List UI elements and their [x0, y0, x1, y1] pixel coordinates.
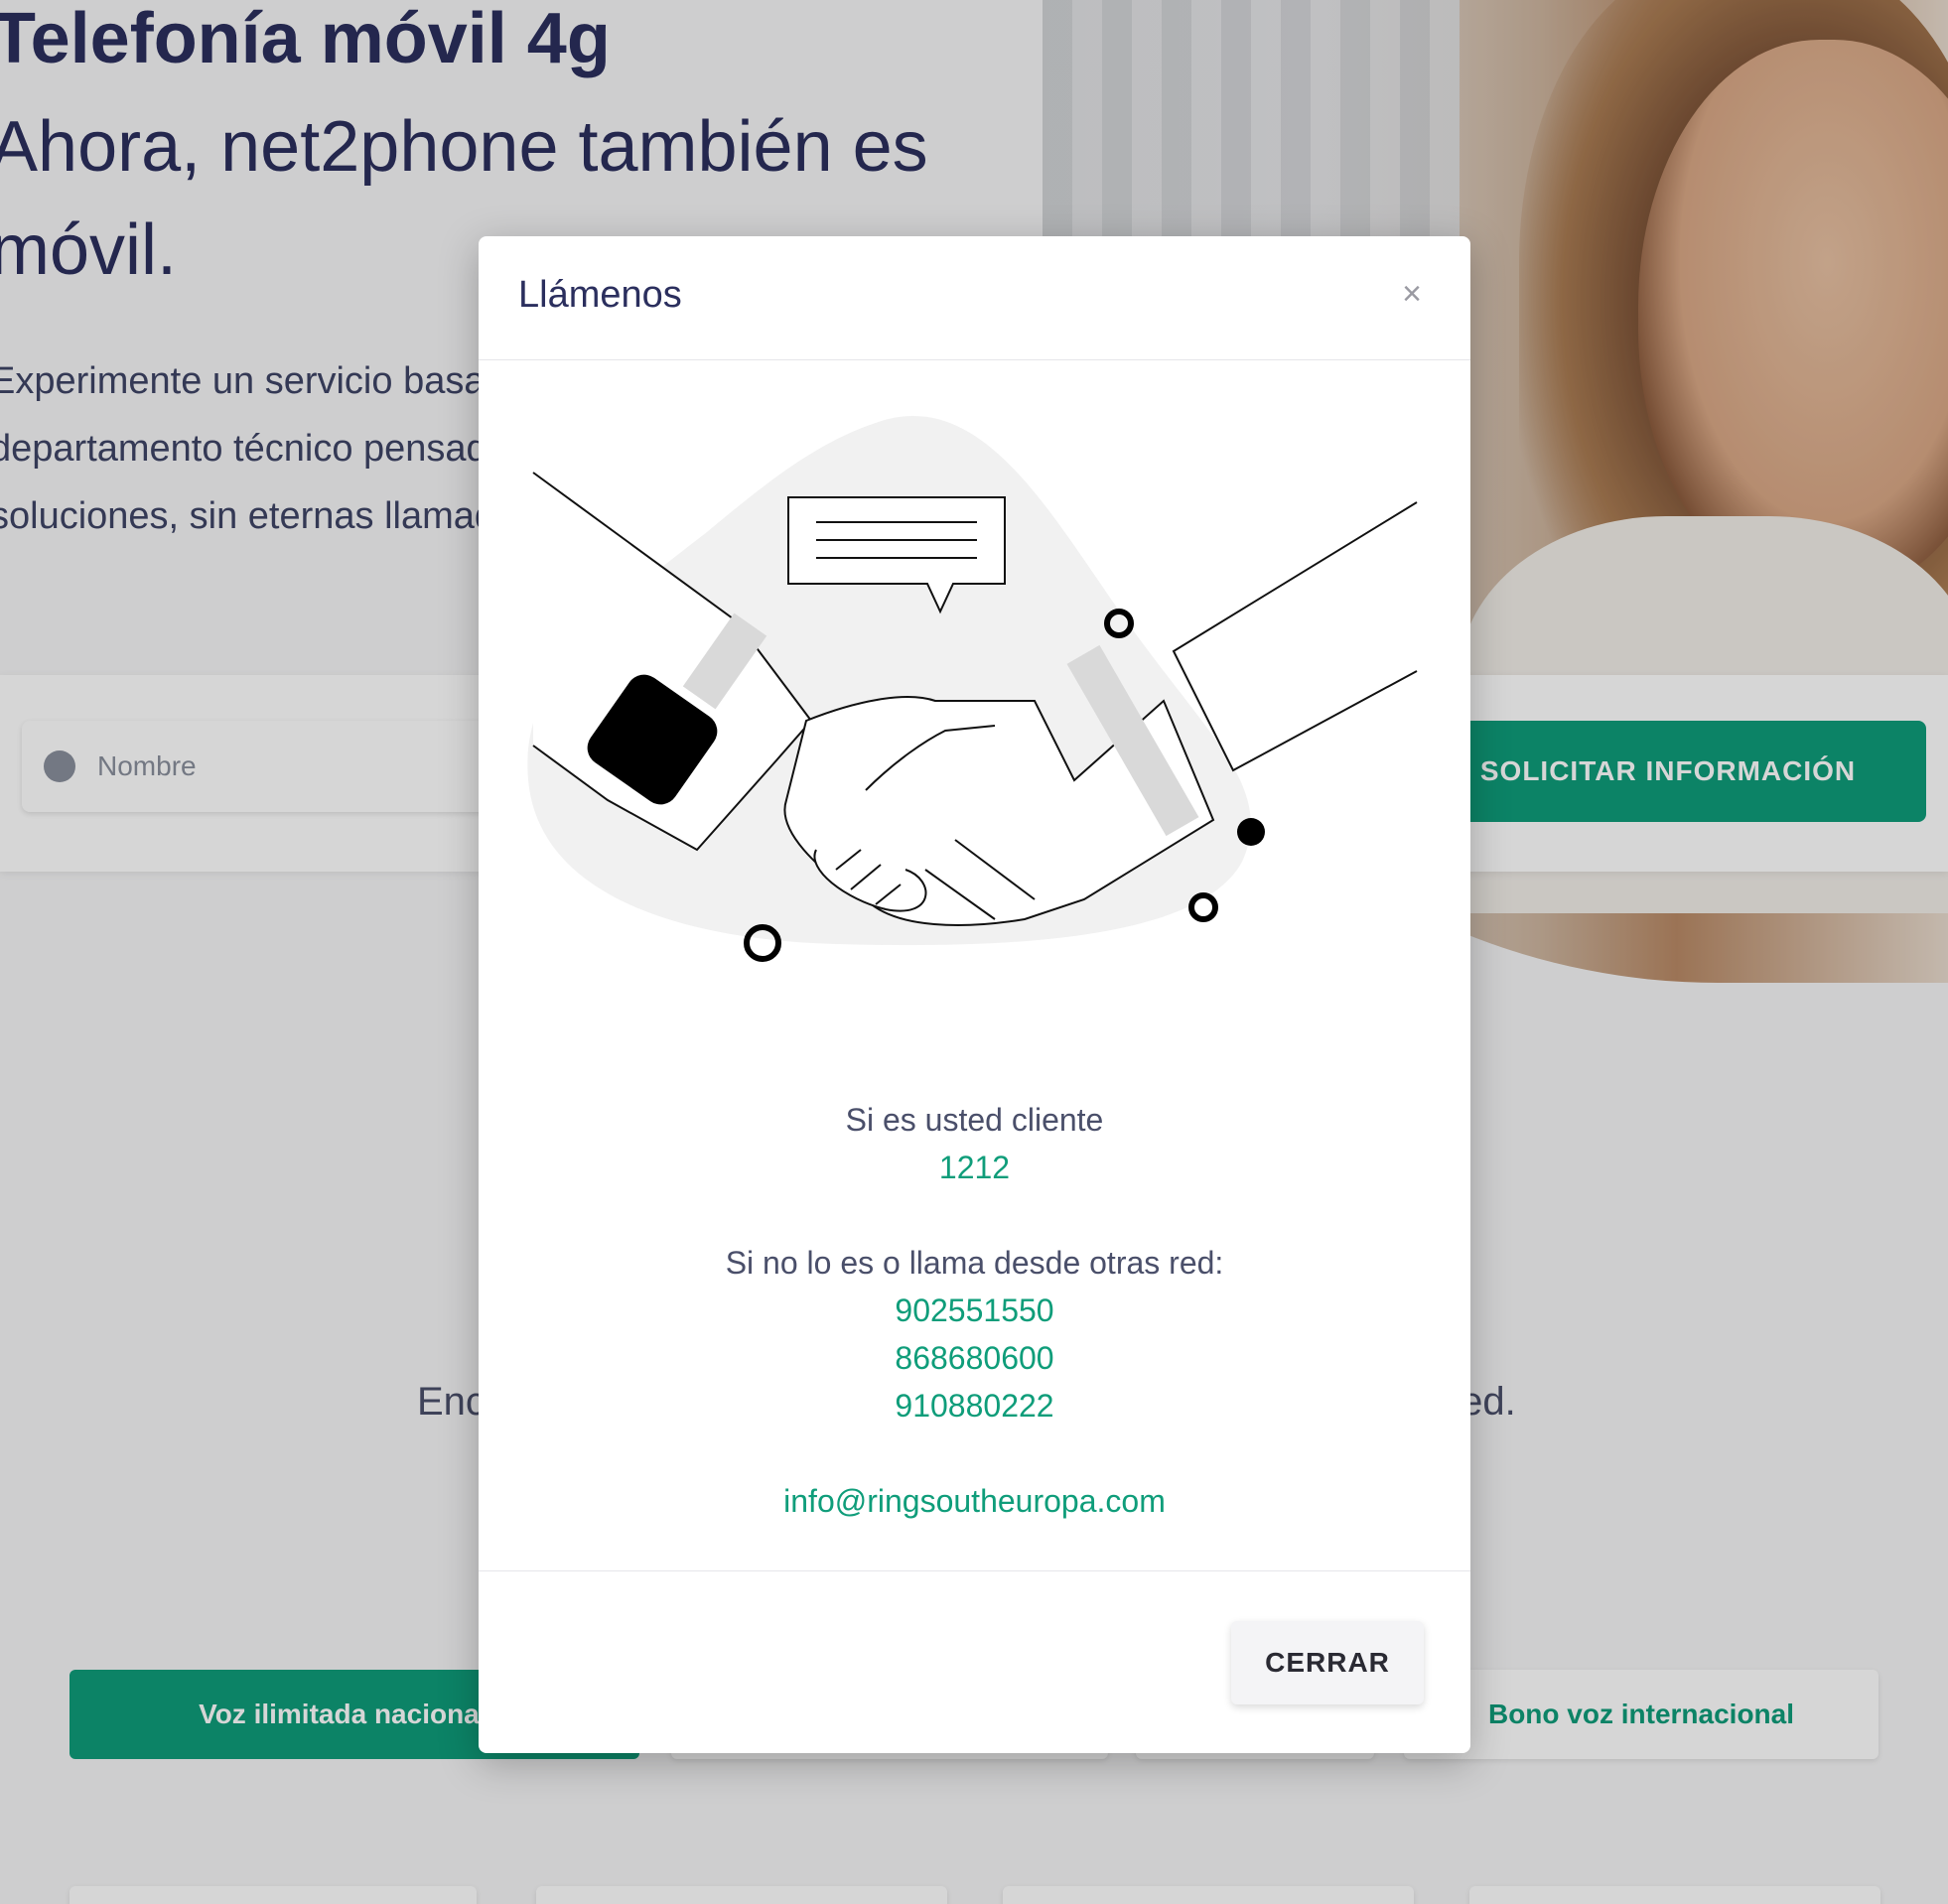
- call-us-modal: Llámenos × Si es usted cliente 1212 Si n…: [479, 236, 1470, 1753]
- modal-header: Llámenos ×: [479, 236, 1470, 360]
- client-label: Si es usted cliente: [845, 1102, 1104, 1138]
- close-icon[interactable]: ×: [1390, 272, 1434, 316]
- modal-title: Llámenos: [518, 274, 682, 316]
- handshake-illustration: [527, 416, 1418, 962]
- close-button[interactable]: CERRAR: [1231, 1621, 1424, 1704]
- other-network-label: Si no lo es o llama desde otras red:: [725, 1245, 1224, 1281]
- email-link[interactable]: info@ringsoutheuropa.com: [479, 1477, 1470, 1525]
- modal-footer: CERRAR: [479, 1570, 1470, 1754]
- phone-link[interactable]: 910880222: [479, 1382, 1470, 1429]
- client-phone-link[interactable]: 1212: [479, 1144, 1470, 1191]
- phone-link[interactable]: 902551550: [479, 1287, 1470, 1334]
- phone-link[interactable]: 868680600: [479, 1334, 1470, 1382]
